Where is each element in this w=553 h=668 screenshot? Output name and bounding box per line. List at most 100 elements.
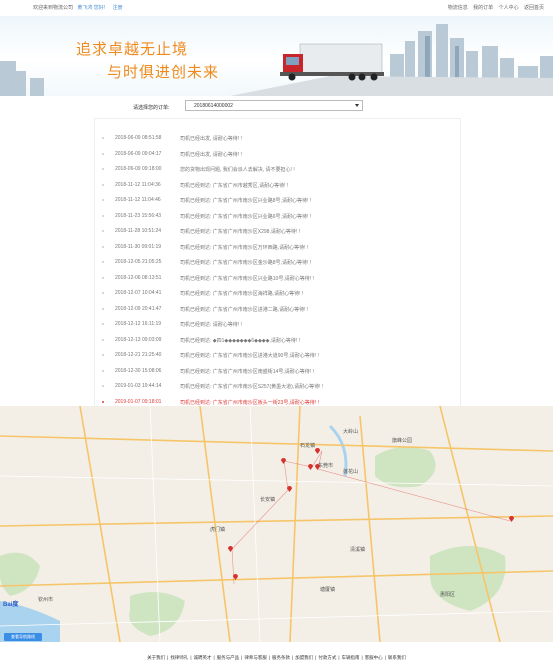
- footer-separator: |: [292, 655, 294, 660]
- timeline-item: 2018-11-28 10:51:24 司机已经到达: 广东省广州市南沙区X298…: [95, 227, 460, 237]
- top-bar: 欢迎来到物流公司 黄飞鸿 您好! 注册 物流信息 我的订单 个人中心 返回首页: [0, 0, 553, 16]
- timeline-item: 2018-11-12 11:04:46 司机已经到达: 广东省广州市南沙区兴业路8…: [95, 196, 460, 206]
- timeline-time: 2018-11-23 15:56:43: [115, 212, 162, 219]
- timeline-time: 2018-11-12 11:04:36: [115, 181, 161, 188]
- map-label: 大岭山: [343, 429, 359, 435]
- footer: 关于我们 | 找律师礼 | 诚聘英才 | 服务与产品 | 律师与客服 | 服务条款 | 加盟我们 | 付款方…: [0, 655, 553, 661]
- map-pin-icon[interactable]: [281, 458, 286, 464]
- timeline-time: 2018-12-07 10:04:41: [115, 290, 162, 296]
- footer-link[interactable]: 找律师礼: [170, 655, 188, 660]
- timeline-dot-icon: [102, 400, 104, 403]
- map-canvas[interactable]: [0, 406, 553, 642]
- timeline-item: 2018-12-30 15:08:06 司机已经到达: 广东省广州市南沙区南盛街1…: [95, 367, 460, 377]
- timeline-message: 司机已经到达: 广东省广州市越秀区,请耐心等待! !: [180, 182, 289, 189]
- timeline-time: 2018-11-30 09:01:19: [115, 243, 162, 250]
- timeline-dot-icon: [102, 214, 104, 217]
- timeline-time: 2018-06-09 09:18:00: [115, 166, 162, 172]
- timeline-item: 2018-12-21 21:25:40 司机已经到达: 广东省广州市南沙区进港大道…: [95, 351, 460, 361]
- timeline-dot-icon: [102, 168, 104, 170]
- timeline-message: 司机已经到达: 广东省广州市南沙区S257(黄墨大道),请耐心等待! !: [180, 384, 324, 390]
- top-bar-left: 欢迎来到物流公司 黄飞鸿 您好! 注册: [33, 4, 123, 11]
- footer-separator: |: [384, 655, 386, 660]
- footer-link[interactable]: 关于我们: [147, 655, 165, 660]
- timeline-message: 司机已经到达: 广东省广州市南沙区万环西路,请耐心等待! !: [180, 244, 309, 251]
- footer-link[interactable]: 律师与客服: [244, 655, 267, 660]
- timeline-message: 您的货物出现问题, 我们会派人去解决, 请不要担心! !: [180, 167, 295, 173]
- timeline-dot-icon: [102, 338, 104, 341]
- map-pin-icon[interactable]: [228, 546, 233, 552]
- footer-link[interactable]: 服务与产品: [217, 655, 240, 660]
- timeline-message: 司机已经出发, 请耐心等待! !: [180, 151, 242, 158]
- footer-link[interactable]: 加盟我们: [295, 655, 313, 660]
- timeline-message: 司机已经到达: 广东省广州市南沙区兴业路10号,请耐心等待! !: [180, 275, 314, 282]
- timeline-time: 2018-12-09 20:41:47: [115, 305, 162, 312]
- map-pin-icon[interactable]: [315, 448, 320, 454]
- footer-link[interactable]: 客服中心: [365, 655, 383, 660]
- top-link-logistics[interactable]: 物流信息: [448, 5, 468, 11]
- order-select-value: 20180614000002: [194, 103, 233, 109]
- map-label: 清溪镇: [350, 547, 366, 553]
- baidu-logo: Bai度: [3, 602, 19, 608]
- top-bar-right: 物流信息 我的订单 个人中心 返回首页: [444, 4, 544, 11]
- top-link-profile[interactable]: 个人中心: [499, 5, 519, 11]
- timeline-message: 司机已经到达: 广东省广州市南沙区X298,请耐心等待! !: [180, 229, 301, 235]
- map-pin-icon[interactable]: [308, 464, 313, 470]
- timeline-time: 2018-12-12 16:11:19: [115, 321, 162, 327]
- order-select[interactable]: 20180614000002: [185, 100, 363, 111]
- timeline-time: 2018-12-30 15:08:06: [115, 367, 162, 374]
- timeline-time: 2018-12-13 09:03:09: [115, 336, 162, 343]
- map-pin-icon[interactable]: [233, 574, 238, 580]
- user-name-link[interactable]: 黄飞鸿 您好!: [77, 5, 105, 11]
- chevron-down-icon: [355, 104, 359, 107]
- register-link[interactable]: 注册: [113, 5, 123, 11]
- timeline-item: 2018-12-13 09:03:09 司机已经到达: ◆四1◆◆◆◆◆◆◆6◆◆…: [95, 336, 460, 346]
- view-route-button[interactable]: 查看导航路线: [4, 633, 42, 641]
- timeline-message: 司机已经到达: 广东省广州市南沙区进港二路,请耐心等待! !: [180, 306, 309, 313]
- timeline-message: 司机已经到达: 广东省广州市南沙区板头一街23号,请耐心等待! !: [180, 399, 319, 406]
- timeline-dot-icon: [102, 276, 104, 279]
- footer-link[interactable]: 服务条款: [272, 655, 290, 660]
- timeline-item: 2018-11-12 11:04:36 司机已经到达: 广东省广州市越秀区,请耐心…: [95, 181, 460, 191]
- map-label: 虎门镇: [210, 527, 226, 533]
- timeline-time: 2018-12-21 21:25:40: [115, 352, 162, 358]
- timeline-time: 2019-01-07 09:18:01: [115, 398, 162, 405]
- footer-link[interactable]: 诚聘英才: [193, 655, 211, 660]
- truck-icon: [280, 43, 384, 81]
- timeline-time: 2019-01-03 19:44:14: [115, 383, 162, 389]
- timeline-message: 司机已经到达: ◆四1◆◆◆◆◆◆◆6◆◆◆◆,请耐心等待! !: [180, 337, 301, 344]
- footer-link[interactable]: 付款方式: [318, 655, 336, 660]
- timeline-dot-icon: [102, 137, 104, 139]
- top-link-home[interactable]: 返回首页: [524, 5, 544, 11]
- map-label: 钦州市: [38, 597, 54, 603]
- footer-separator: |: [338, 655, 340, 660]
- timeline-dot-icon: [102, 261, 104, 263]
- footer-link[interactable]: 联系我们: [388, 655, 406, 660]
- timeline-message: 司机已经到达: 请耐心等待! !: [180, 322, 242, 328]
- map-label: 石龙镇: [300, 443, 316, 449]
- timeline-time: 2018-12-05 21:05:25: [115, 259, 162, 265]
- timeline-message: 司机已经到达: 广东省广州市南沙区海祥路,请耐心等待! !: [180, 291, 304, 297]
- timeline-dot-icon: [102, 199, 104, 201]
- timeline-item: 2019-01-03 19:44:14 司机已经到达: 广东省广州市南沙区S257…: [95, 382, 460, 392]
- timeline-dot-icon: [102, 230, 104, 232]
- map[interactable]: 大岭山 石龙镇 旗峰公园 东莞市 莲花山 长安镇 虎门镇 清溪镇 塘厦镇 惠阳区…: [0, 406, 553, 642]
- timeline-message: 司机已经到达: 广东省广州市南沙区进港大道90号,请耐心等待! !: [180, 353, 319, 359]
- footer-separator: |: [361, 655, 363, 660]
- top-link-orders[interactable]: 我的订单: [473, 5, 493, 11]
- timeline-item: 2018-12-09 20:41:47 司机已经到达: 广东省广州市南沙区进港二路…: [95, 305, 460, 315]
- timeline-time: 2018-11-12 11:04:46: [115, 197, 161, 203]
- tracking-timeline: 2018-06-09 08:51:58 司机已经出发, 请耐心等待! ! 2018-…: [94, 118, 461, 408]
- timeline-item: 2018-06-09 08:51:58 司机已经出发, 请耐心等待! !: [95, 134, 460, 144]
- footer-link[interactable]: 车辆指南: [342, 655, 360, 660]
- map-label: 莲花山: [343, 469, 359, 475]
- map-pin-icon[interactable]: [509, 516, 514, 522]
- map-pin-icon[interactable]: [287, 486, 292, 492]
- timeline-time: 2018-06-09 08:51:58: [115, 135, 162, 141]
- timeline-message: 司机已经到达: 广东省广州市南沙区金沙路8号,请耐心等待! !: [180, 260, 312, 266]
- timeline-dot-icon: [102, 245, 104, 248]
- timeline-dot-icon: [102, 292, 104, 294]
- timeline-item: 2018-12-05 21:05:25 司机已经到达: 广东省广州市南沙区金沙路8…: [95, 258, 460, 268]
- footer-separator: |: [213, 655, 215, 660]
- timeline-message: 司机已经到达: 广东省广州市南沙区南盛街14号,请耐心等待! !: [180, 368, 314, 375]
- timeline-item: 2018-06-09 09:18:00 您的货物出现问题, 我们会派人去解决, 请…: [95, 165, 460, 175]
